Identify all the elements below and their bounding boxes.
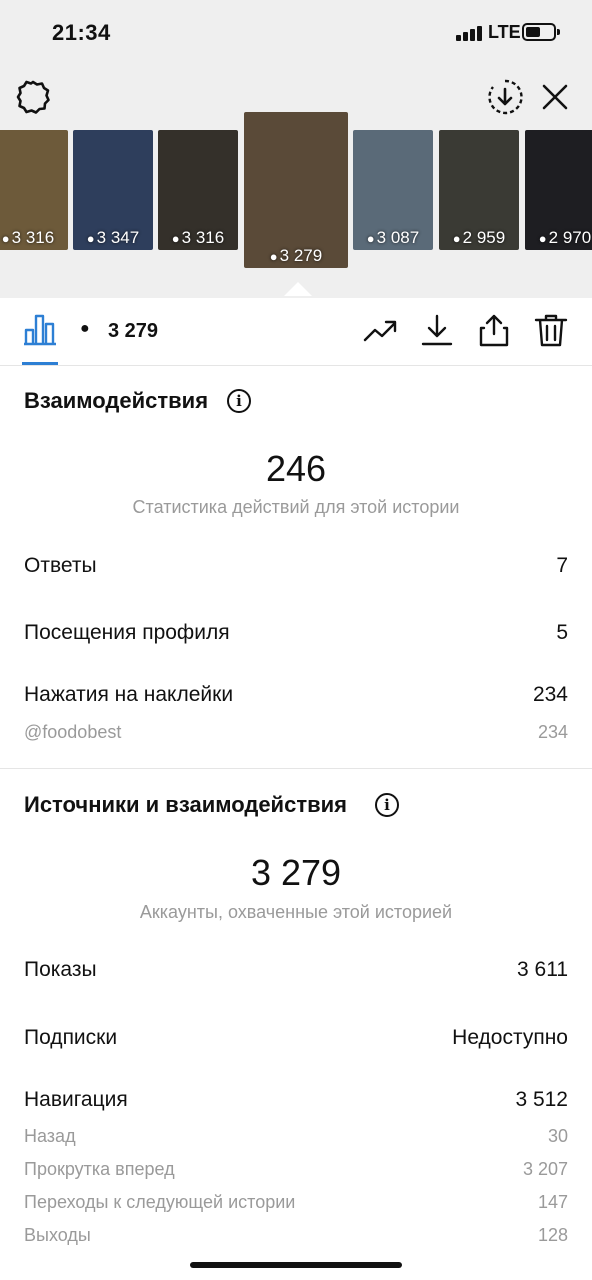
eye-icon: ●	[452, 231, 461, 246]
story-views: ● 3 316	[1, 228, 55, 247]
replies-value: 7	[556, 554, 568, 577]
navigation-value: 3 512	[515, 1088, 568, 1111]
active-tab-indicator	[22, 362, 58, 365]
back-value: 30	[547, 1126, 568, 1146]
story-thumbnail[interactable]: ● 2 970	[525, 130, 592, 250]
next-story-label: Переходы к следующей истории	[24, 1192, 296, 1212]
status-time: 21:34	[52, 20, 111, 45]
exits-label: Выходы	[24, 1225, 91, 1245]
impressions-value: 3 611	[517, 958, 568, 981]
home-indicator[interactable]	[190, 1262, 402, 1268]
story-thumbnail[interactable]: ● 3 347	[73, 130, 153, 250]
mention-label: @foodobest	[24, 722, 122, 742]
story-thumbnail[interactable]: ● 3 087	[353, 130, 433, 250]
story-thumbnail[interactable]: ● 3 316	[0, 130, 68, 250]
battery-icon	[522, 23, 560, 41]
story-views: ● 2 970	[538, 228, 592, 247]
discovery-total: 3 279	[250, 852, 342, 893]
forward-value: 3 207	[522, 1159, 568, 1179]
selection-pointer	[284, 282, 312, 296]
story-header: ● 3 316 ● 3 347 ● 3 316 ● 3 279 ● 3 087 ● 2 95…	[0, 70, 592, 298]
interactions-total: 246	[265, 448, 327, 489]
sticker-taps-value: 234	[532, 683, 568, 706]
follows-value: Недоступно	[452, 1026, 568, 1049]
story-thumbnail[interactable]: ● 3 316	[158, 130, 238, 250]
forward-label: Прокрутка вперед	[24, 1159, 175, 1179]
signal-icon	[456, 25, 484, 41]
navigation-label: Навигация	[24, 1088, 128, 1111]
story-views: ● 3 347	[86, 228, 140, 247]
story-thumbnail[interactable]: ● 2 959	[439, 130, 519, 250]
eye-icon: ●	[171, 231, 180, 246]
section-divider	[0, 768, 592, 769]
status-bar: 21:34 LTE	[0, 0, 592, 70]
story-views: ● 2 959	[452, 228, 506, 247]
story-views: ● 3 316	[171, 228, 225, 247]
eye-icon: ●	[366, 231, 375, 246]
info-icon[interactable]: i	[375, 793, 399, 817]
discovery-subtitle: Аккаунты, охваченные этой историей	[139, 902, 453, 922]
close-icon[interactable]	[538, 80, 572, 114]
eye-icon: ●	[86, 231, 95, 246]
interactions-title: Взаимодействия	[24, 388, 209, 413]
download-circle-icon[interactable]	[486, 78, 524, 116]
trash-icon[interactable]	[533, 312, 569, 348]
eye-icon: ●	[538, 231, 547, 246]
info-icon[interactable]: i	[227, 389, 251, 413]
exits-value: 128	[537, 1225, 568, 1245]
trend-icon[interactable]	[362, 312, 398, 348]
network-label: LTE	[488, 22, 521, 42]
follows-label: Подписки	[24, 1026, 118, 1049]
profile-visits-value: 5	[556, 621, 568, 644]
profile-visits-label: Посещения профиля	[24, 621, 230, 644]
story-views: ● 3 279	[269, 246, 323, 265]
mention-value: 234	[537, 722, 568, 742]
story-views: ● 3 087	[366, 228, 420, 247]
discovery-title: Источники и взаимодействия	[24, 792, 347, 817]
share-icon[interactable]	[476, 312, 512, 348]
insights-toolbar: ● 3 279	[0, 298, 592, 366]
stories-strip[interactable]: ● 3 316 ● 3 347 ● 3 316 ● 3 279 ● 3 087 ● 2 95…	[0, 112, 592, 282]
eye-icon: ●	[1, 231, 10, 246]
sticker-taps-label: Нажатия на наклейки	[24, 683, 234, 706]
eye-icon: ●	[80, 320, 90, 337]
eye-icon: ●	[269, 249, 278, 264]
views-count: 3 279	[108, 320, 159, 342]
back-label: Назад	[24, 1126, 76, 1146]
settings-icon[interactable]	[14, 78, 52, 116]
download-icon[interactable]	[419, 312, 455, 348]
replies-label: Ответы	[24, 554, 97, 577]
story-thumbnail-selected[interactable]: ● 3 279	[244, 112, 348, 268]
impressions-label: Показы	[24, 958, 97, 981]
interactions-subtitle: Статистика действий для этой истории	[132, 497, 460, 517]
next-story-value: 147	[537, 1192, 568, 1212]
bar-chart-icon[interactable]	[22, 312, 58, 346]
